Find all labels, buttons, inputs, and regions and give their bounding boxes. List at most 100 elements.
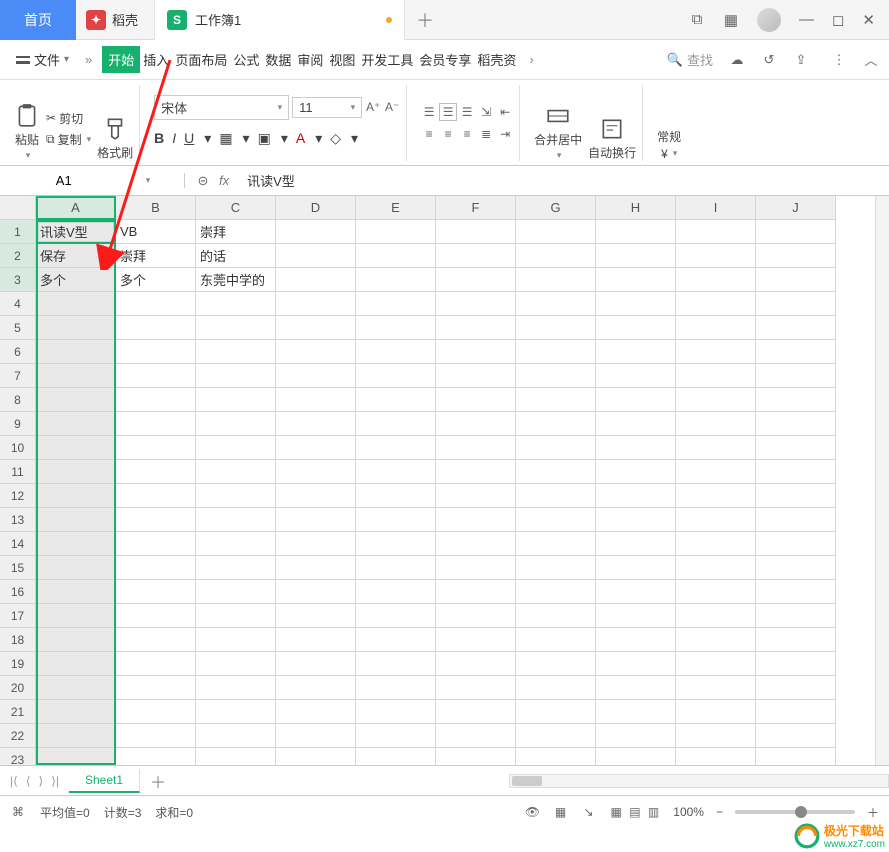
cell[interactable] [276,460,356,484]
cell[interactable] [676,484,756,508]
ribbon-tab-4[interactable]: 数据 [262,46,294,73]
italic-button[interactable]: I [172,130,176,146]
cell[interactable] [596,388,676,412]
cell[interactable] [676,748,756,766]
sheet-nav-next[interactable]: ⟩ [39,774,44,788]
cell[interactable] [596,244,676,268]
row-header[interactable]: 21 [0,700,36,724]
cell[interactable] [676,676,756,700]
cell[interactable] [756,628,836,652]
cell[interactable] [676,628,756,652]
cell[interactable] [36,724,116,748]
align-bottom-icon[interactable]: ☰ [459,104,475,120]
cell[interactable] [596,484,676,508]
orientation-icon[interactable]: ⇲ [478,104,494,120]
row-header[interactable]: 8 [0,388,36,412]
column-header[interactable]: C [196,196,276,220]
view-pagelayout-icon[interactable]: ▥ [646,803,661,821]
cell[interactable] [36,748,116,766]
cell[interactable] [596,508,676,532]
cell[interactable] [436,412,516,436]
cell[interactable] [36,292,116,316]
cell[interactable] [676,316,756,340]
cell[interactable] [596,316,676,340]
row-header[interactable]: 18 [0,628,36,652]
tab-docer[interactable]: ✦ 稻壳 [76,0,155,40]
more-icon[interactable]: ⋮ [831,52,847,68]
cell[interactable] [356,364,436,388]
cell[interactable] [596,292,676,316]
cell[interactable] [436,580,516,604]
row-header[interactable]: 12 [0,484,36,508]
cell[interactable] [116,460,196,484]
cell[interactable] [676,508,756,532]
cell[interactable] [436,604,516,628]
fill-color-button[interactable]: ▣ [258,130,271,147]
clear-format-button[interactable]: ◇ [330,130,341,147]
cell[interactable] [276,340,356,364]
cell[interactable]: 崇拜 [116,244,196,268]
cell[interactable] [36,556,116,580]
cell[interactable] [276,484,356,508]
cell[interactable] [36,484,116,508]
cell[interactable] [436,340,516,364]
cell[interactable] [596,532,676,556]
cell[interactable] [196,292,276,316]
cell[interactable] [676,724,756,748]
cell[interactable] [356,628,436,652]
row-header[interactable]: 7 [0,364,36,388]
cell[interactable] [116,724,196,748]
view-pagebreak-icon[interactable]: ▤ [627,803,642,821]
cell[interactable] [196,460,276,484]
cell[interactable] [676,340,756,364]
tab-workbook[interactable]: S 工作簿1 [155,0,405,40]
cell[interactable] [36,340,116,364]
cell[interactable]: 讯读V型 [36,220,116,244]
decrease-font-icon[interactable]: A⁻ [384,99,400,115]
cell[interactable] [276,244,356,268]
cell[interactable] [436,292,516,316]
row-header[interactable]: 22 [0,724,36,748]
cell[interactable] [356,436,436,460]
cell[interactable] [356,700,436,724]
cell[interactable] [756,580,836,604]
cell[interactable] [116,628,196,652]
cell[interactable] [276,316,356,340]
cell[interactable] [276,268,356,292]
cell[interactable] [276,676,356,700]
cell[interactable] [436,436,516,460]
cell[interactable] [516,508,596,532]
column-header[interactable]: I [676,196,756,220]
underline-button[interactable]: U [184,130,194,146]
sheet-nav-first[interactable]: |⟨ [10,774,18,788]
increase-font-icon[interactable]: A⁺ [365,99,381,115]
cell[interactable] [356,460,436,484]
cell[interactable] [516,412,596,436]
cell[interactable] [356,604,436,628]
ribbon-tab-7[interactable]: 开发工具 [358,46,416,73]
grid-setting-icon[interactable]: ▦ [553,804,569,820]
cell[interactable] [436,268,516,292]
cell[interactable] [356,412,436,436]
bold-button[interactable]: B [154,130,164,146]
cell[interactable] [676,460,756,484]
cell[interactable] [116,604,196,628]
cell[interactable] [116,412,196,436]
cell[interactable] [116,364,196,388]
cell[interactable] [196,340,276,364]
cell[interactable] [196,604,276,628]
cell[interactable] [196,508,276,532]
cell[interactable] [516,652,596,676]
cell[interactable] [356,484,436,508]
cell[interactable] [516,724,596,748]
cell[interactable] [196,388,276,412]
cell[interactable] [756,532,836,556]
cell[interactable] [276,628,356,652]
cell[interactable] [356,316,436,340]
minimize-button[interactable]: — [799,11,814,28]
cell[interactable] [516,604,596,628]
file-menu[interactable]: 文件 ▾ [10,46,75,73]
cell[interactable] [196,652,276,676]
cell[interactable] [116,676,196,700]
cell[interactable] [516,436,596,460]
